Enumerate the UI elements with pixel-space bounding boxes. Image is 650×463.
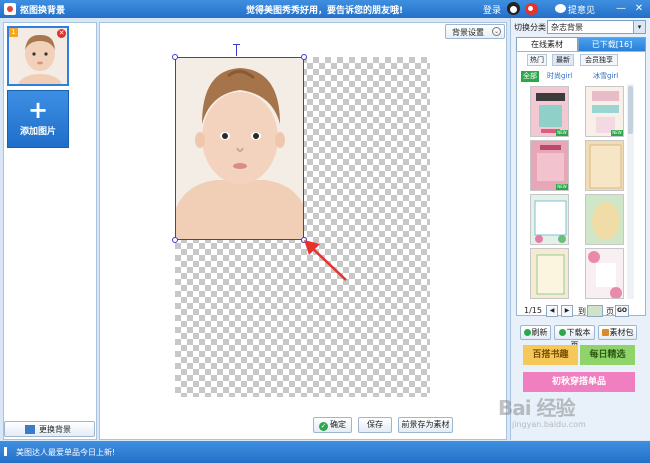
add-image-label: 添加图片 — [19, 127, 56, 137]
page-input[interactable] — [587, 305, 603, 317]
refresh-label: 刷新 — [531, 328, 548, 337]
next-page-button[interactable]: ▶ — [561, 305, 573, 317]
category-value: 杂志背景 — [551, 23, 583, 32]
material-pack-label: 素材包 — [609, 328, 634, 337]
material-list-scrollbar[interactable] — [627, 84, 634, 299]
background-settings-button[interactable]: 背景设置 ⌄ — [445, 24, 505, 39]
tab-downloaded[interactable]: 已下载[16] — [578, 37, 646, 52]
page-indicator: 1/15 — [524, 306, 542, 315]
close-button[interactable]: ✕ — [632, 2, 646, 15]
resize-handle-top-right[interactable] — [301, 54, 307, 60]
status-bar: 美图达人最爱单品今日上新! — [0, 441, 650, 463]
check-icon: ✓ — [319, 422, 328, 431]
page-label: 页 — [606, 307, 614, 316]
title-bar: 抠图换背景 觉得美图秀秀好用，要告诉您的朋友哦! 登录 提意见 — ✕ — [0, 0, 650, 18]
package-icon — [601, 329, 609, 336]
tab-online-materials[interactable]: 在线素材 — [516, 37, 578, 52]
template-thumbnail[interactable] — [530, 248, 569, 299]
background-icon — [25, 425, 35, 434]
chevron-down-icon: ⌄ — [492, 27, 501, 36]
resize-handle-top-left[interactable] — [172, 54, 178, 60]
template-thumbnail[interactable]: NEW — [530, 86, 569, 137]
image-thumbnail[interactable]: 1 ✕ — [7, 26, 69, 86]
chevron-down-icon: ▾ — [633, 21, 645, 33]
app-logo-icon — [4, 3, 16, 15]
minimize-button[interactable]: — — [614, 2, 628, 15]
confirm-label: 确定 — [330, 420, 346, 429]
promo-link[interactable]: 觉得美图秀秀好用，要告诉您的朋友哦! — [246, 3, 403, 16]
subtab-newest[interactable]: 最新 — [552, 54, 574, 66]
confirm-button[interactable]: ✓ 确定 — [313, 417, 352, 433]
template-thumbnail[interactable]: NEW — [530, 140, 569, 191]
resize-handle-bottom-left[interactable] — [172, 237, 178, 243]
speaker-icon — [4, 447, 13, 456]
category-select[interactable]: 杂志背景 ▾ — [547, 20, 646, 34]
change-background-button[interactable]: 更换背景 — [4, 421, 95, 437]
scrollbar-thumb[interactable] — [628, 86, 633, 134]
template-thumbnail[interactable] — [585, 140, 624, 191]
template-thumbnail[interactable] — [530, 194, 569, 245]
new-badge: NEW — [556, 130, 568, 136]
weibo-icon[interactable] — [525, 3, 538, 15]
baby-photo-icon — [176, 58, 303, 239]
category-label: 切换分类 — [514, 23, 546, 32]
template-thumbnail[interactable] — [585, 194, 624, 245]
plus-icon: + — [27, 96, 49, 124]
promo-banner-1[interactable]: 百搭书趣 — [523, 345, 578, 365]
feedback-link[interactable]: 提意见 — [568, 3, 595, 16]
template-preview-icon — [536, 254, 565, 295]
template-preview-icon — [589, 144, 622, 189]
material-pack-button[interactable]: 素材包 — [598, 325, 637, 340]
template-preview-icon — [534, 200, 567, 243]
download-page-button[interactable]: 下载本页 — [554, 325, 595, 350]
watermark-url: jingyan.baidu.com — [512, 420, 586, 429]
annotation-arrow-icon — [304, 240, 347, 281]
new-badge: NEW — [556, 184, 568, 190]
foreground-image[interactable] — [175, 57, 304, 240]
watermark-text: Bai 经验 — [498, 396, 576, 420]
feedback-icon — [555, 4, 566, 13]
order-badge: 1 — [9, 28, 18, 37]
prev-page-button[interactable]: ◀ — [546, 305, 558, 317]
window-title: 抠图换背景 — [20, 6, 66, 16]
template-thumbnail[interactable] — [585, 248, 624, 299]
subtab-hot[interactable]: 热门 — [527, 54, 547, 66]
promo-banner-2[interactable]: 每日精选 — [580, 345, 635, 365]
refresh-icon — [523, 329, 531, 336]
template-thumbnail[interactable]: NEW — [585, 86, 624, 137]
promo-banner-3[interactable]: 初秋穿搭单品 — [523, 372, 635, 392]
image-list-panel: 1 ✕ + 添加图片 — [3, 22, 97, 440]
template-preview-icon — [592, 202, 620, 240]
filter-fashion-girl[interactable]: 时尚girl — [547, 71, 572, 82]
filter-all[interactable]: 全部 — [521, 71, 539, 82]
remove-image-icon[interactable]: ✕ — [57, 29, 66, 38]
watermark: Bai 经验 jingyan.baidu.com — [498, 392, 586, 429]
save-foreground-as-material-button[interactable]: 前景存为素材 — [398, 417, 453, 433]
download-icon — [558, 329, 566, 336]
login-link[interactable]: 登录 — [483, 3, 501, 16]
subtab-members[interactable]: 会员独享 — [580, 54, 618, 66]
goto-label: 到 — [578, 307, 586, 316]
go-button[interactable]: GO — [615, 305, 629, 317]
rotate-handle[interactable] — [236, 44, 237, 56]
add-image-button[interactable]: + 添加图片 — [7, 90, 69, 148]
status-message[interactable]: 美图达人最爱单品今日上新! — [16, 447, 115, 458]
save-button[interactable]: 保存 — [358, 417, 392, 433]
qq-icon[interactable] — [507, 2, 520, 15]
background-settings-label: 背景设置 — [452, 28, 484, 37]
filter-ice-girl[interactable]: 冰雪girl — [593, 71, 618, 82]
change-background-label: 更换背景 — [39, 425, 71, 434]
new-badge: NEW — [611, 130, 623, 136]
template-preview-icon — [588, 251, 622, 298]
refresh-button[interactable]: 刷新 — [520, 325, 551, 340]
